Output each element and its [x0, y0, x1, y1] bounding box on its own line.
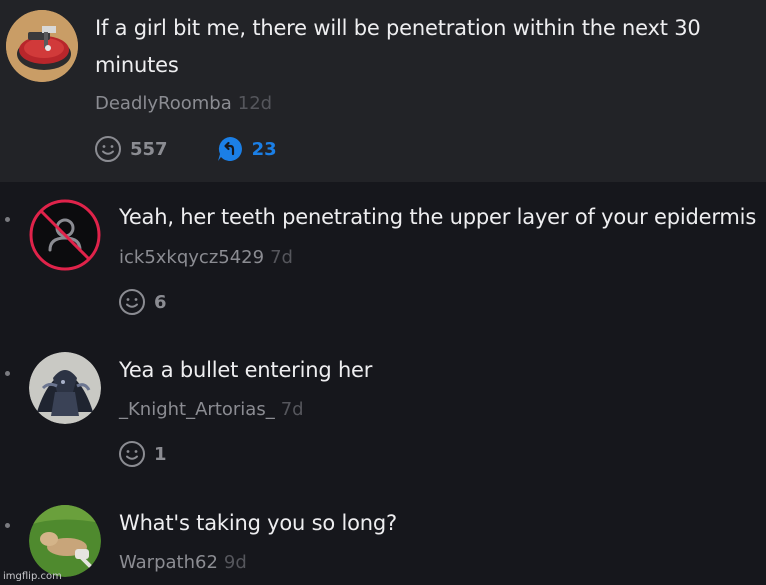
upvote-count: 6: [154, 291, 167, 313]
smiley-icon: [119, 289, 145, 315]
reply-meta: Warpath62 9d: [119, 551, 247, 575]
smiley-icon: [119, 441, 145, 467]
upvote-count: 557: [130, 138, 168, 160]
username[interactable]: _Knight_Artorias_: [119, 399, 275, 420]
timestamp: 12d: [237, 93, 273, 114]
reply-meta: ick5xkqycz5429 7d: [119, 246, 293, 270]
upvote-button[interactable]: 557: [94, 135, 168, 163]
username[interactable]: Warpath62: [119, 552, 218, 573]
no-user-avatar[interactable]: [29, 199, 101, 271]
thread-bullet: [5, 523, 10, 528]
reply-bubble-icon: [217, 137, 242, 161]
parent-comment-meta: DeadlyRoomba 12d: [95, 92, 272, 116]
thread-bullet: [5, 371, 10, 376]
reply-text: Yea a bullet entering her: [119, 358, 373, 382]
parent-actions: 557 23: [94, 135, 325, 163]
dog-avatar[interactable]: [29, 505, 101, 577]
reply-text: What's taking you so long?: [119, 511, 397, 535]
roomba-avatar[interactable]: [6, 10, 78, 82]
reply-count: 23: [251, 138, 277, 160]
thread-bullet: [5, 217, 10, 222]
replies-button[interactable]: 23: [216, 135, 277, 163]
reply-meta: _Knight_Artorias_ 7d: [119, 398, 304, 422]
timestamp: 7d: [280, 399, 304, 420]
reply-actions: 6: [118, 288, 215, 316]
upvote-count: 1: [154, 443, 167, 465]
parent-comment: If a girl bit me, there will be penetrat…: [0, 0, 766, 182]
upvote-button[interactable]: 6: [118, 288, 167, 316]
parent-comment-text: If a girl bit me, there will be penetrat…: [95, 16, 701, 77]
imgflip-watermark: imgflip.com: [3, 571, 62, 582]
upvote-button[interactable]: 1: [118, 440, 167, 468]
smiley-icon: [95, 136, 121, 162]
username[interactable]: ick5xkqycz5429: [119, 247, 264, 268]
username[interactable]: DeadlyRoomba: [95, 93, 232, 114]
reply-text: Yeah, her teeth penetrating the upper la…: [119, 205, 757, 229]
knight-avatar[interactable]: [29, 352, 101, 424]
timestamp: 7d: [270, 247, 293, 268]
reply-actions: 1: [118, 440, 215, 468]
timestamp: 9d: [223, 552, 247, 573]
